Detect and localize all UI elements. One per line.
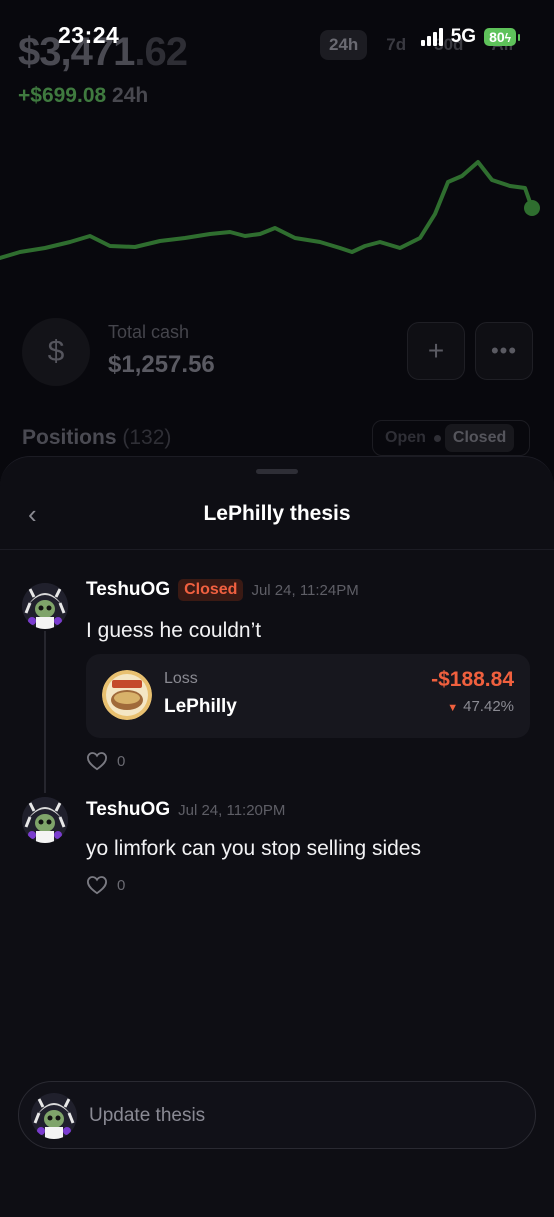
thesis-input[interactable] xyxy=(87,1104,511,1128)
heart-icon[interactable] xyxy=(86,875,108,895)
positions-heading: Positions (132) xyxy=(22,426,172,449)
network-type: 5G xyxy=(450,26,477,47)
avatar[interactable] xyxy=(22,797,68,843)
sheet-title: LePhilly thesis xyxy=(203,502,351,525)
trade-percent: ▼ 47.42% xyxy=(447,698,514,715)
like-count: 0 xyxy=(117,876,126,894)
status-time: 23:24 xyxy=(58,22,120,48)
divider xyxy=(0,549,554,550)
timestamp: Jul 24, 11:20PM xyxy=(178,801,286,819)
cash-label: Total cash xyxy=(108,322,190,342)
status-indicators: 5G 80ϟ xyxy=(420,26,520,48)
username[interactable]: TeshuOG xyxy=(86,579,170,601)
timestamp: Jul 24, 11:24PM xyxy=(251,581,359,599)
toggle-open[interactable]: Open xyxy=(377,424,434,452)
cash-value: $1,257.56 xyxy=(108,351,215,378)
battery-icon: 80ϟ xyxy=(484,28,520,46)
thread-line xyxy=(44,631,46,793)
trade-image xyxy=(102,670,152,720)
heart-icon[interactable] xyxy=(86,751,108,771)
period-24h[interactable]: 24h xyxy=(320,30,368,60)
drag-handle[interactable] xyxy=(256,469,298,474)
avatar xyxy=(31,1093,77,1139)
like-count: 0 xyxy=(117,752,126,770)
portfolio-change: +$699.08 24h xyxy=(18,84,148,108)
username[interactable]: TeshuOG xyxy=(86,799,170,821)
dot-icon xyxy=(433,434,441,442)
period-7d[interactable]: 7d xyxy=(377,30,415,60)
chart-line xyxy=(0,160,534,260)
post-message: yo limfork can you stop selling sides xyxy=(86,837,421,860)
dollar-icon: $ xyxy=(22,318,90,386)
post-header: TeshuOG Jul 24, 11:20PM xyxy=(86,799,285,821)
chart-endpoint xyxy=(524,200,540,216)
triangle-down-icon: ▼ xyxy=(447,702,459,714)
compose-bar xyxy=(18,1081,536,1149)
portfolio-chart xyxy=(0,160,540,260)
trade-name: LePhilly xyxy=(164,696,237,717)
more-options-button[interactable]: ••• xyxy=(475,322,533,380)
signal-icon xyxy=(420,28,443,46)
add-cash-button[interactable]: + xyxy=(407,322,465,380)
positions-toggle: Open Closed xyxy=(372,420,530,456)
like-row: 0 xyxy=(86,751,125,771)
toggle-closed[interactable]: Closed xyxy=(444,424,515,452)
thesis-sheet: ‹ LePhilly thesis TeshuOG Closed Jul 24,… xyxy=(0,456,554,1217)
trade-amount: -$188.84 xyxy=(431,668,514,691)
like-row: 0 xyxy=(86,875,125,895)
plus-icon: + xyxy=(427,335,445,366)
post-header: TeshuOG Closed Jul 24, 11:24PM xyxy=(86,579,359,601)
status-badge: Closed xyxy=(178,579,244,601)
trade-card[interactable]: Loss LePhilly -$188.84 ▼ 47.42% xyxy=(86,654,530,738)
trade-type: Loss xyxy=(164,670,198,687)
avatar[interactable] xyxy=(22,583,68,629)
change-period: 24h xyxy=(112,84,149,107)
more-icon: ••• xyxy=(490,338,518,363)
change-amount: +$699.08 xyxy=(18,84,107,107)
post-message: I guess he couldn’t xyxy=(86,619,262,642)
